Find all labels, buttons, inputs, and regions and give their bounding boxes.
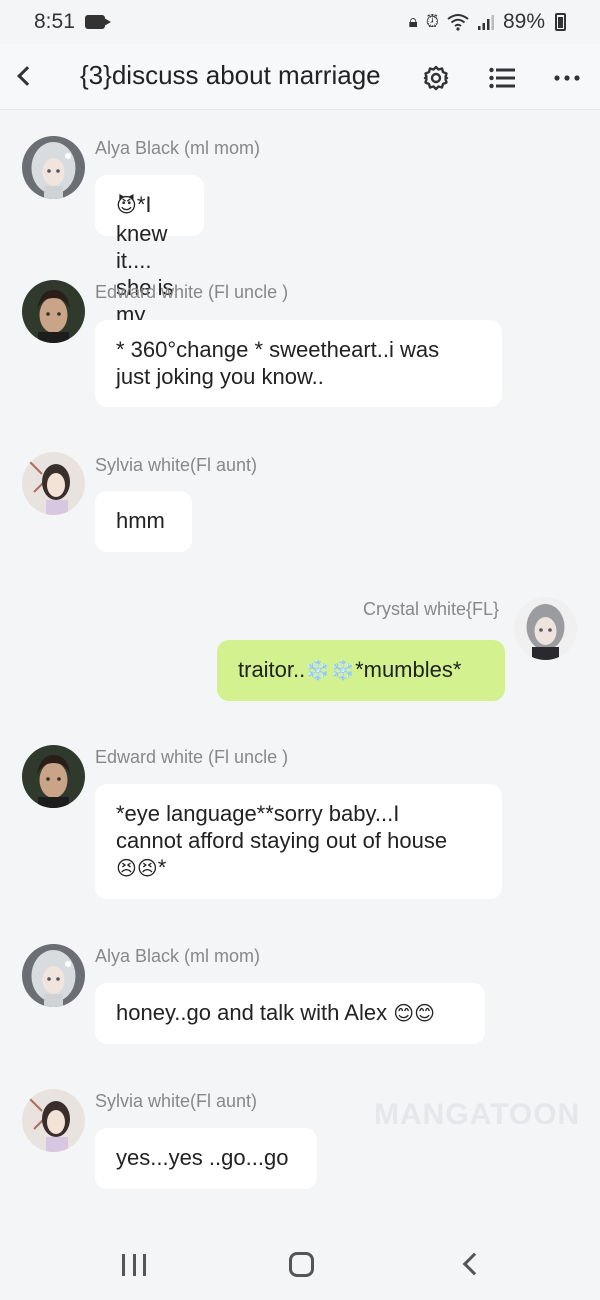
battery-icon <box>555 13 566 31</box>
battery-percent: 89% <box>502 10 545 33</box>
video-camera-icon <box>84 15 111 29</box>
recents-button[interactable] <box>122 1254 146 1276</box>
snowflake-emoji: ❄️❄️ <box>305 660 356 682</box>
message-bubble[interactable]: honey..go and talk with Alex 😊😊 <box>95 983 485 1044</box>
message-text-line: *eye language**sorry baby...I <box>116 801 400 826</box>
message-bubble[interactable]: * 360°change * sweetheart..i was just jo… <box>95 320 502 407</box>
message-bubble[interactable]: *eye language**sorry baby...I cannot aff… <box>95 784 502 899</box>
alya-avatar[interactable] <box>22 136 85 199</box>
message-text: yes...yes ..go...go <box>116 1145 289 1170</box>
back-button[interactable] <box>10 56 44 96</box>
settings-button[interactable] <box>416 58 456 98</box>
lock-icon: 🔒︎ <box>408 12 418 31</box>
edward-avatar[interactable] <box>22 280 85 343</box>
gear-icon <box>423 65 449 91</box>
sender-name: Alya Black (ml mom) <box>95 138 261 158</box>
sender-name: Crystal white{FL} <box>363 599 500 619</box>
alya-avatar[interactable] <box>22 944 85 1007</box>
more-button[interactable] <box>547 58 587 98</box>
sender-name: Alya Black (ml mom) <box>95 946 261 966</box>
list-icon <box>489 67 515 89</box>
member-list-button[interactable] <box>482 58 522 98</box>
message-text-line: just joking you know.. <box>116 364 324 389</box>
message-text: honey..go and talk with Alex <box>116 1000 394 1025</box>
chat-header: {3}discuss about marriage <box>0 44 600 110</box>
sender-name: Edward white (Fl uncle ) <box>95 282 289 302</box>
wifi-icon <box>447 14 469 31</box>
back-icon <box>17 66 37 86</box>
crystal-avatar[interactable] <box>514 597 577 660</box>
message-text: * <box>157 855 167 880</box>
devil-emoji: 😈 <box>116 195 137 217</box>
recents-icon <box>122 1254 125 1276</box>
message-text-line: cannot afford staying out of house <box>116 828 448 853</box>
more-icon <box>554 75 580 81</box>
status-time: 8:51 <box>34 10 75 33</box>
system-nav-bar <box>0 1230 600 1300</box>
sylvia-avatar[interactable] <box>22 452 85 515</box>
persevering-emoji: 😣😣 <box>116 858 158 880</box>
alarm-icon: ⏰︎ <box>425 12 439 31</box>
status-icons: 🔒︎ ⏰︎ 89% <box>409 10 566 34</box>
smiling-emoji: 😊😊 <box>393 1003 435 1025</box>
status-bar: 8:51 🔒︎ ⏰︎ 89% <box>0 0 600 44</box>
message-bubble[interactable]: yes...yes ..go...go <box>95 1128 317 1189</box>
nav-back-button[interactable] <box>462 1252 486 1276</box>
message-bubble[interactable]: hmm <box>95 491 192 552</box>
message-text-line: 😣😣* <box>116 854 481 883</box>
message-text: hmm <box>116 508 165 533</box>
message-text-line: * 360°change * sweetheart..i was <box>116 337 440 362</box>
message-text: traitor.. <box>238 657 306 682</box>
page-title: {3}discuss about marriage <box>80 60 381 90</box>
watermark: MANGATOON <box>374 1098 581 1131</box>
sender-name: Sylvia white(Fl aunt) <box>95 1091 258 1111</box>
message-text: *mumbles* <box>355 657 462 682</box>
sender-name: Sylvia white(Fl aunt) <box>95 455 258 475</box>
sylvia-avatar[interactable] <box>22 1089 85 1152</box>
message-bubble[interactable]: traitor..❄️❄️*mumbles* <box>217 640 505 701</box>
sender-name: Edward white (Fl uncle ) <box>95 747 289 767</box>
signal-icon <box>477 15 494 30</box>
edward-avatar[interactable] <box>22 745 85 808</box>
message-bubble[interactable]: 😈*I knew it.... she is my bestie* <box>95 175 205 354</box>
home-button[interactable] <box>289 1252 314 1277</box>
